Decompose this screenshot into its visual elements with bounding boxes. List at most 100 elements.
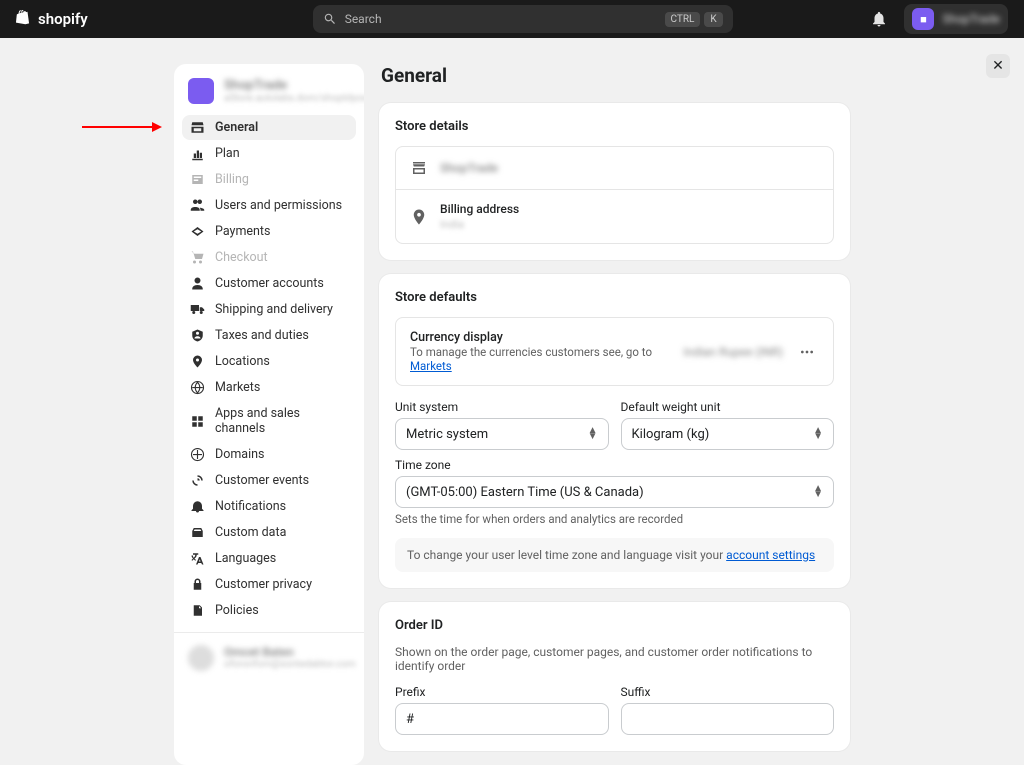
card-title: Order ID (395, 618, 834, 633)
billing-label: Billing address (440, 202, 519, 216)
chevron-updown-icon: ▲▼ (813, 428, 823, 440)
sidebar-item-payments[interactable]: Payments (182, 219, 356, 244)
shopify-icon (16, 9, 34, 29)
sidebar-item-plan[interactable]: Plan (182, 141, 356, 166)
account-settings-banner: To change your user level time zone and … (395, 538, 834, 572)
currency-menu-button[interactable] (795, 340, 819, 364)
sidebar-footer[interactable]: Omcet Baten oforonfom@xontedabtor.com (174, 632, 364, 683)
sidebar-nav: General Plan Billing Users and permissions P… (174, 115, 364, 632)
sidebar-item-label: Policies (215, 603, 259, 618)
workspace: ✕ ShopTrade aStore.autolabs.dom/shoptdyo… (4, 44, 1020, 576)
user-name: ShopTrade (942, 12, 1000, 26)
prefix-input[interactable]: # (395, 703, 609, 735)
search-input[interactable]: Search (345, 12, 657, 26)
sidebar-item-label: Taxes and duties (215, 328, 309, 343)
sidebar-item-label: Payments (215, 224, 270, 239)
cart-icon (190, 250, 205, 265)
annotation-arrow (82, 126, 152, 128)
notifications-icon[interactable] (870, 10, 888, 28)
suffix-input[interactable] (621, 703, 835, 735)
sidebar-item-users-and-permissions[interactable]: Users and permissions (182, 193, 356, 218)
sidebar-item-label: Custom data (215, 525, 286, 540)
pin-icon (190, 354, 205, 369)
chevron-updown-icon: ▲▼ (588, 428, 598, 440)
location-icon (410, 208, 428, 226)
order-id-card: Order ID Shown on the order page, custom… (379, 602, 850, 751)
truck-icon (190, 302, 205, 317)
sidebar-item-label: General (215, 120, 258, 135)
user-avatar (188, 645, 214, 671)
sidebar-item-label: Customer accounts (215, 276, 324, 291)
globe-icon (190, 380, 205, 395)
sidebar-item-label: Domains (215, 447, 265, 462)
user-menu[interactable]: ■ ShopTrade (904, 4, 1008, 34)
sidebar-header: ShopTrade aStore.autolabs.dom/shoptdyoxr… (174, 64, 364, 114)
weight-unit-label: Default weight unit (621, 400, 835, 414)
search-bar[interactable]: Search CTRL K (313, 5, 733, 33)
sidebar-item-label: Markets (215, 380, 260, 395)
store-name-row[interactable]: ShopTrade (396, 147, 833, 189)
currency-sub: To manage the currencies customers see, … (410, 345, 671, 373)
sidebar-item-customer-accounts[interactable]: Customer accounts (182, 271, 356, 296)
sidebar-item-locations[interactable]: Locations (182, 349, 356, 374)
brand-logo[interactable]: shopify (16, 9, 88, 29)
billing-icon (190, 172, 205, 187)
currency-value: Indian Rupee (INR) (683, 345, 783, 359)
brand-text: shopify (38, 10, 88, 28)
avatar: ■ (912, 8, 934, 30)
card-title: Store defaults (395, 290, 834, 305)
sidebar-item-label: Apps and sales channels (215, 406, 348, 436)
currency-title: Currency display (410, 330, 671, 345)
sidebar-item-languages[interactable]: Languages (182, 546, 356, 571)
search-kbd: CTRL K (665, 12, 723, 27)
unit-system-select[interactable]: Metric system ▲▼ (395, 418, 609, 450)
apps-icon (190, 414, 205, 429)
person-icon (190, 276, 205, 291)
sidebar-item-general[interactable]: General (182, 115, 356, 140)
card-subtitle: Shown on the order page, customer pages,… (395, 645, 834, 673)
domains-icon (190, 447, 205, 462)
sidebar-item-custom-data[interactable]: Custom data (182, 520, 356, 545)
sidebar-item-domains[interactable]: Domains (182, 442, 356, 467)
billing-address-row[interactable]: Billing address India (396, 189, 833, 243)
sidebar-item-label: Customer privacy (215, 577, 312, 592)
search-icon (323, 12, 337, 26)
billing-value: India (440, 218, 519, 231)
card-title: Store details (395, 119, 834, 134)
sidebar-item-taxes-and-duties[interactable]: Taxes and duties (182, 323, 356, 348)
sidebar-item-label: Locations (215, 354, 270, 369)
markets-link[interactable]: Markets (410, 359, 452, 373)
suffix-label: Suffix (621, 685, 835, 699)
sidebar-item-label: Shipping and delivery (215, 302, 333, 317)
data-icon (190, 525, 205, 540)
page-title: General (379, 64, 850, 87)
footer-user-name: Omcet Baten (224, 645, 356, 659)
store-name-value: ShopTrade (440, 161, 498, 175)
settings-sidebar: ShopTrade aStore.autolabs.dom/shoptdyoxr… (174, 64, 364, 765)
chevron-updown-icon: ▲▼ (813, 486, 823, 498)
sidebar-item-billing: Billing (182, 167, 356, 192)
account-settings-link[interactable]: account settings (726, 548, 815, 562)
store-avatar (188, 78, 214, 104)
sidebar-item-shipping-and-delivery[interactable]: Shipping and delivery (182, 297, 356, 322)
sidebar-item-apps-and-sales-channels[interactable]: Apps and sales channels (182, 401, 356, 441)
timezone-help: Sets the time for when orders and analyt… (395, 512, 834, 526)
payments-icon (190, 224, 205, 239)
sidebar-item-policies[interactable]: Policies (182, 598, 356, 623)
store-icon (190, 120, 205, 135)
sidebar-item-label: Languages (215, 551, 276, 566)
timezone-select[interactable]: (GMT-05:00) Eastern Time (US & Canada) ▲… (395, 476, 834, 508)
sidebar-item-notifications[interactable]: Notifications (182, 494, 356, 519)
bell-icon (190, 499, 205, 514)
sidebar-item-label: Notifications (215, 499, 286, 514)
sidebar-item-checkout: Checkout (182, 245, 356, 270)
sidebar-item-label: Users and permissions (215, 198, 342, 213)
lock-icon (190, 577, 205, 592)
sidebar-item-label: Billing (215, 172, 249, 187)
sidebar-item-markets[interactable]: Markets (182, 375, 356, 400)
unit-system-label: Unit system (395, 400, 609, 414)
policy-icon (190, 603, 205, 618)
close-button[interactable]: ✕ (986, 54, 1010, 78)
weight-unit-select[interactable]: Kilogram (kg) ▲▼ (621, 418, 835, 450)
sidebar-item-customer-events[interactable]: Customer events (182, 468, 356, 493)
